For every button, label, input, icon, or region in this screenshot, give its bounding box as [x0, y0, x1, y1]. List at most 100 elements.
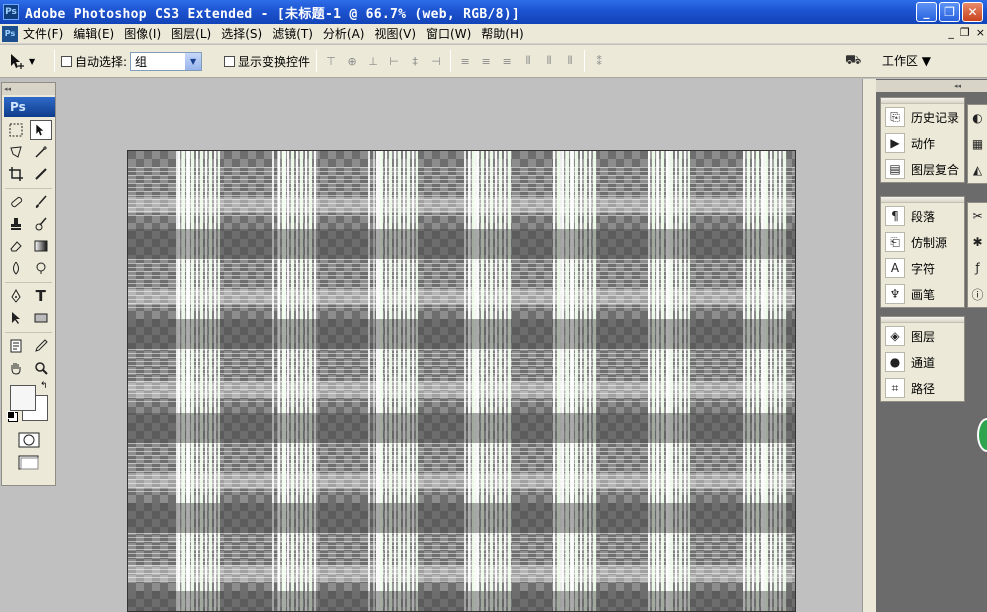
styles-panel-icon[interactable]: ◭: [968, 157, 987, 183]
chevron-down-icon[interactable]: ▼: [185, 52, 202, 70]
checkbox-box[interactable]: [224, 55, 236, 67]
doc-minimize-button[interactable]: _: [948, 26, 954, 39]
eyedropper-icon[interactable]: [30, 336, 52, 356]
minimize-button[interactable]: _: [916, 2, 937, 22]
panel-clone-source[interactable]: ⎗ 仿制源: [881, 229, 964, 255]
info-icon[interactable]: ⓘ: [968, 281, 987, 307]
info-panel-icon[interactable]: ƒ: [968, 255, 987, 281]
doc-restore-button[interactable]: ❐: [960, 26, 970, 39]
align-hcenter-icon[interactable]: ‡: [407, 54, 423, 68]
menu-select[interactable]: 选择(S): [216, 25, 267, 42]
menu-layer[interactable]: 图层(L): [166, 25, 216, 42]
workspace-menu[interactable]: 工作区 ▼: [882, 52, 931, 69]
swap-colors-icon[interactable]: ↰: [40, 381, 48, 391]
path-selection-icon[interactable]: [5, 308, 27, 328]
vertical-scrollbar[interactable]: [862, 79, 876, 612]
workspace-label: 工作区 ▼: [881, 54, 931, 68]
distribute-left-icon[interactable]: ⫴: [520, 54, 536, 68]
workspace-icon[interactable]: ⛟: [845, 53, 865, 69]
panel-layers[interactable]: ◈ 图层: [881, 323, 964, 349]
history-brush-icon[interactable]: [30, 214, 52, 234]
pen-icon[interactable]: [5, 286, 27, 306]
slice-icon[interactable]: [30, 164, 52, 184]
menu-filter[interactable]: 滤镜(T): [267, 25, 318, 42]
brushes-icon: ♆: [885, 284, 905, 304]
plaid-band: [128, 319, 795, 349]
default-colors-icon[interactable]: [7, 411, 15, 419]
distribute-bottom-icon[interactable]: ≡: [499, 54, 515, 68]
panel-character[interactable]: A 字符: [881, 255, 964, 281]
panel-paragraph[interactable]: ¶ 段落: [881, 203, 964, 229]
crop-icon[interactable]: [5, 164, 27, 184]
divider: [316, 50, 318, 72]
checkbox-box[interactable]: [61, 55, 72, 67]
align-bottom-icon[interactable]: ⊥: [365, 54, 381, 68]
menu-edit[interactable]: 编辑(E): [68, 25, 119, 42]
healing-brush-icon[interactable]: [5, 192, 27, 212]
zoom-icon[interactable]: [30, 358, 52, 378]
dock-collapse[interactable]: ◂◂: [876, 80, 987, 92]
blur-icon[interactable]: [5, 258, 27, 278]
rect-marquee-icon[interactable]: [5, 120, 27, 140]
dodge-icon[interactable]: [30, 258, 52, 278]
auto-select-label: 自动选择:: [75, 54, 128, 69]
close-button[interactable]: ✕: [962, 2, 983, 22]
foreground-color-swatch[interactable]: [10, 385, 36, 411]
panel-channels[interactable]: ● 通道: [881, 349, 964, 375]
auto-select-dropdown[interactable]: 组 ▼: [130, 51, 203, 71]
panel-actions[interactable]: ▶ 动作: [881, 130, 964, 156]
distribute-top-icon[interactable]: ≡: [457, 54, 473, 68]
toolbox-collapse[interactable]: ◂◂: [2, 83, 55, 95]
panel-brushes[interactable]: ♆ 画笔: [881, 281, 964, 307]
divider: [54, 50, 55, 72]
show-transform-label: 显示变换控件: [238, 54, 311, 69]
histogram-panel-icon[interactable]: ✱: [968, 229, 987, 255]
panel-history[interactable]: ⎘ 历史记录: [881, 104, 964, 130]
type-icon[interactable]: T: [30, 286, 52, 306]
hand-icon[interactable]: [5, 358, 27, 378]
menu-window[interactable]: 窗口(W): [421, 25, 476, 42]
eraser-icon[interactable]: [5, 236, 27, 256]
auto-align-icon[interactable]: ⁑: [591, 54, 607, 68]
rectangle-shape-icon[interactable]: [30, 308, 52, 328]
title-bar: Ps Adobe Photoshop CS3 Extended - [未标题-1…: [0, 0, 987, 24]
photoshop-app-icon[interactable]: Ps: [3, 4, 19, 20]
menu-help[interactable]: 帮助(H): [476, 25, 528, 42]
show-transform-checkbox[interactable]: 显示变换控件: [224, 53, 310, 70]
distribute-vcenter-icon[interactable]: ≡: [478, 54, 494, 68]
doc-close-button[interactable]: ×: [976, 26, 985, 39]
panel-icons-column-1: ◐ ▦ ◭: [967, 104, 987, 184]
gradient-icon[interactable]: [30, 236, 52, 256]
document-canvas[interactable]: [127, 150, 796, 612]
clone-source-icon: ⎗: [885, 232, 905, 252]
lasso-icon[interactable]: [5, 142, 27, 162]
panel-layer-comps[interactable]: ▤ 图层复合: [881, 156, 964, 182]
panel-paths[interactable]: ⌗ 路径: [881, 375, 964, 401]
paths-icon: ⌗: [885, 378, 905, 398]
distribute-right-icon[interactable]: ⫴: [562, 54, 578, 68]
menu-image[interactable]: 图像(I): [119, 25, 166, 42]
maximize-button[interactable]: ❐: [939, 2, 960, 22]
menu-analysis[interactable]: 分析(A): [318, 25, 370, 42]
document-icon[interactable]: Ps: [2, 25, 18, 42]
move-tool-button[interactable]: [29, 120, 52, 140]
align-top-icon[interactable]: ⊤: [323, 54, 339, 68]
screen-mode-icon[interactable]: [18, 452, 40, 472]
navigator-panel-icon[interactable]: ✂: [968, 203, 987, 229]
distribute-hcenter-icon[interactable]: ⫴: [541, 54, 557, 68]
align-left-icon[interactable]: ⊢: [386, 54, 402, 68]
clone-stamp-icon[interactable]: [5, 214, 27, 234]
brush-icon[interactable]: [30, 192, 52, 212]
align-right-icon[interactable]: ⊣: [428, 54, 444, 68]
quick-mask-icon[interactable]: [18, 430, 40, 450]
notes-icon[interactable]: [5, 336, 27, 356]
color-panel-icon[interactable]: ◐: [968, 105, 987, 131]
swatches-panel-icon[interactable]: ▦: [968, 131, 987, 157]
align-vcenter-icon[interactable]: ⊕: [344, 54, 360, 68]
auto-select-checkbox[interactable]: 自动选择:: [61, 53, 127, 70]
magic-wand-icon[interactable]: [30, 142, 52, 162]
menu-view[interactable]: 视图(V): [369, 25, 421, 42]
photoshop-logo[interactable]: Ps: [4, 97, 55, 117]
menu-file[interactable]: 文件(F): [18, 25, 68, 42]
tool-preset-picker[interactable]: ▼: [8, 52, 48, 70]
